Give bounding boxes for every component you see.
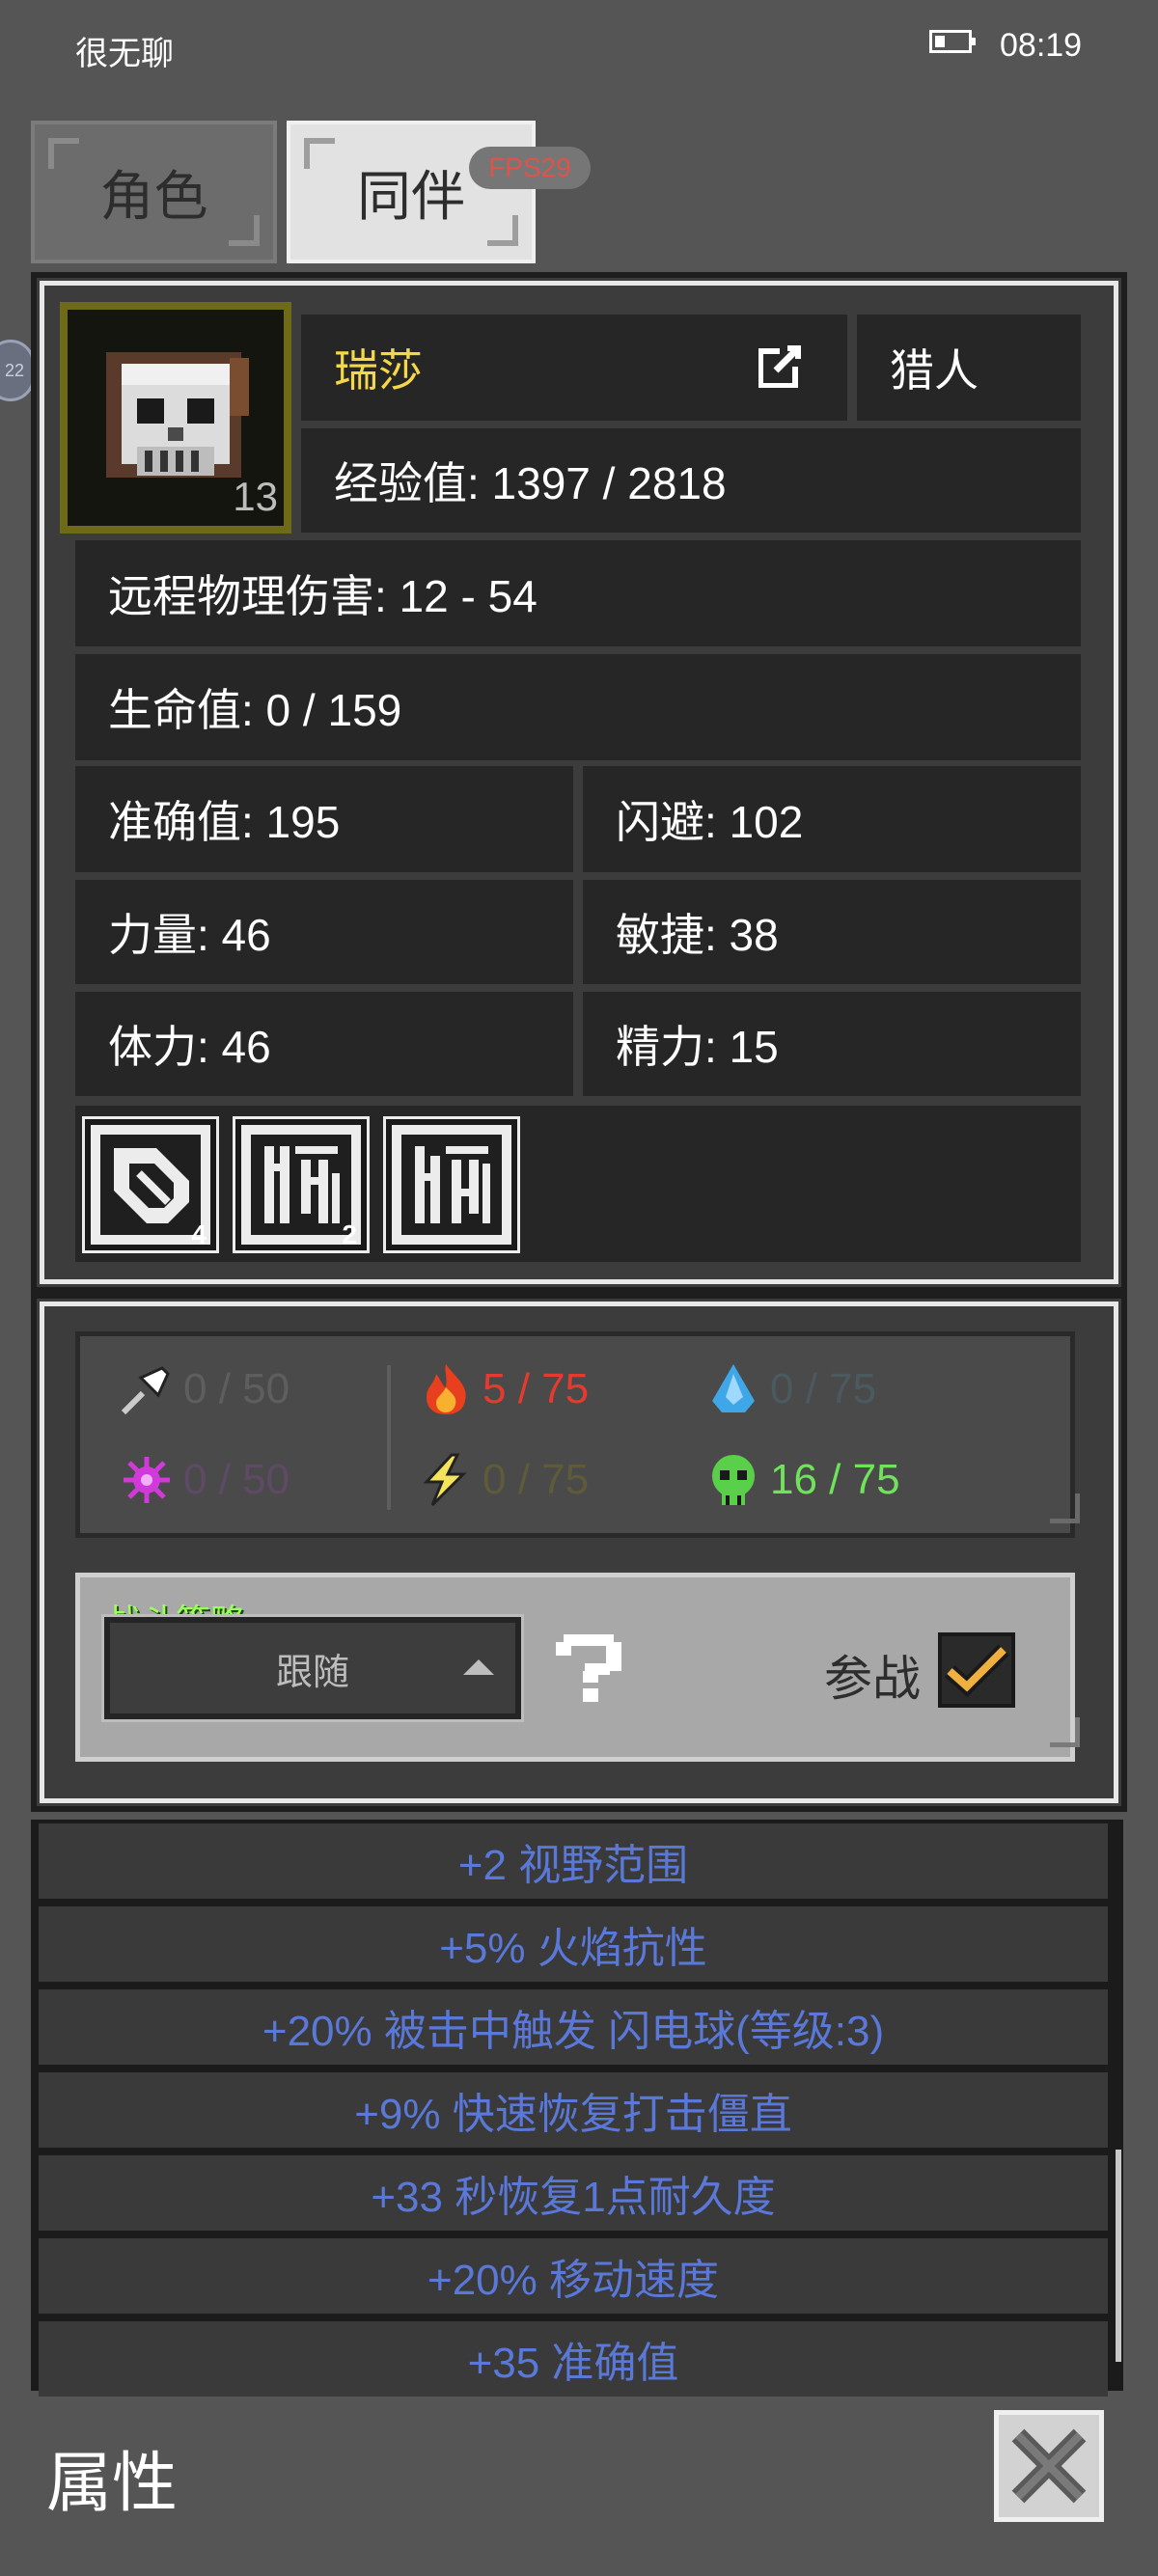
- list-item: +20% 被击中触发 闪电球(等级:3): [39, 1989, 1108, 2065]
- ice-resistance-value: 0 / 75: [770, 1365, 877, 1412]
- corner-decoration: [229, 215, 260, 246]
- ice-drop-icon: [706, 1362, 760, 1416]
- lightning-icon: [419, 1453, 473, 1507]
- close-button[interactable]: [994, 2410, 1104, 2522]
- effect-text: +20% 移动速度: [427, 2257, 719, 2304]
- join-battle-label: 参战: [824, 1652, 921, 1706]
- list-item: +9% 快速恢复打击僵直: [39, 2072, 1108, 2148]
- lightning-resistance: 0 / 75: [419, 1453, 589, 1507]
- skill-slot-3[interactable]: [383, 1116, 520, 1253]
- list-item: +20% 移动速度: [39, 2238, 1108, 2314]
- strength-stat: 力量: 46: [75, 880, 573, 984]
- damage-row: 远程物理伤害: 12 - 54: [75, 540, 1081, 646]
- physical-resistance-icon: [120, 1362, 174, 1416]
- list-item: +5% 火焰抗性: [39, 1906, 1108, 1982]
- lightning-resistance-value: 0 / 75: [482, 1456, 590, 1503]
- companion-name-text: 瑞莎: [334, 345, 423, 396]
- join-battle-checkbox[interactable]: [938, 1632, 1015, 1708]
- physical-resistance-value: 0 / 50: [183, 1365, 290, 1412]
- rename-edit-icon[interactable]: [758, 343, 803, 389]
- strength-text: 力量: 46: [108, 910, 271, 960]
- effect-text: +9% 快速恢复打击僵直: [354, 2091, 792, 2138]
- shadow-resistance-icon: [120, 1453, 174, 1507]
- effect-text: +2 视野范围: [457, 1842, 689, 1889]
- rune-skill-icon: [415, 1146, 490, 1223]
- poison-skull-icon: [706, 1453, 760, 1507]
- tab-companion-label: 同伴: [357, 165, 465, 227]
- hp-row: 生命值: 0 / 159: [75, 654, 1081, 760]
- experience-text: 经验值: 1397 / 2818: [334, 458, 727, 508]
- shield-skill-icon: [114, 1148, 189, 1223]
- effects-list[interactable]: +2 视野范围 +5% 火焰抗性 +20% 被击中触发 闪电球(等级:3) +9…: [31, 1820, 1123, 2397]
- companion-class-text: 猎人: [890, 345, 979, 396]
- experience-row: 经验值: 1397 / 2818: [301, 428, 1081, 533]
- page-title: 属性: [46, 2447, 179, 2520]
- skill-2-count: 2: [342, 1219, 357, 1249]
- corner-decoration: [1050, 1494, 1080, 1523]
- energy-text: 精力: 15: [616, 1022, 779, 1072]
- corner-decoration: [487, 215, 518, 246]
- list-item: +2 视野范围: [39, 1823, 1108, 1899]
- fire-icon: [419, 1362, 473, 1416]
- stamina-stat: 体力: 46: [75, 992, 573, 1096]
- app-name: 很无聊: [75, 36, 174, 72]
- corner-decoration: [48, 138, 79, 169]
- energy-stat: 精力: 15: [583, 992, 1081, 1096]
- companion-portrait[interactable]: 13: [60, 302, 291, 534]
- evasion-stat: 闪避: 102: [583, 766, 1081, 872]
- divider: [387, 1365, 391, 1510]
- effect-text: +5% 火焰抗性: [439, 1925, 707, 1972]
- fps-badge: FPS29: [469, 147, 591, 189]
- corner-decoration: [1050, 1717, 1080, 1747]
- tab-character[interactable]: 角色: [31, 121, 277, 263]
- accuracy-text: 准确值: 195: [108, 797, 341, 847]
- agility-stat: 敏捷: 38: [583, 880, 1081, 984]
- accuracy-stat: 准确值: 195: [75, 766, 573, 872]
- damage-text: 远程物理伤害: 12 - 54: [108, 571, 538, 621]
- skill-slot-1[interactable]: 4: [82, 1116, 219, 1253]
- dropdown-arrow-icon: [463, 1659, 494, 1675]
- tab-character-label: 角色: [99, 165, 208, 227]
- effect-text: +35 准确值: [467, 2340, 679, 2387]
- strategy-mode: 跟随: [275, 1652, 349, 1693]
- clock: 08:19: [1000, 27, 1083, 64]
- agility-text: 敏捷: 38: [616, 910, 779, 960]
- corner-decoration: [304, 138, 335, 169]
- effect-text: +20% 被击中触发 闪电球(等级:3): [262, 2008, 885, 2055]
- hp-text: 生命值: 0 / 159: [108, 685, 402, 735]
- skill-bar: [75, 1106, 1081, 1262]
- rune-skill-icon: [264, 1146, 340, 1223]
- evasion-text: 闪避: 102: [616, 797, 804, 847]
- ice-resistance: 0 / 75: [706, 1362, 876, 1416]
- tab-companion[interactable]: 同伴: [287, 121, 536, 263]
- list-item: +33 秒恢复1点耐久度: [39, 2155, 1108, 2231]
- companion-class: 猎人: [857, 315, 1081, 421]
- skill-slot-2[interactable]: 2: [233, 1116, 370, 1253]
- floating-assist-badge[interactable]: 22: [0, 340, 35, 401]
- stamina-text: 体力: 46: [108, 1022, 271, 1072]
- strategy-dropdown[interactable]: 跟随: [101, 1614, 524, 1722]
- physical-resistance: 0 / 50: [120, 1362, 290, 1416]
- fire-resistance: 5 / 75: [419, 1362, 589, 1416]
- effect-text: +33 秒恢复1点耐久度: [371, 2174, 776, 2221]
- close-icon: [1011, 2428, 1087, 2504]
- skill-1-count: 4: [191, 1219, 207, 1249]
- fire-resistance-value: 5 / 75: [482, 1365, 590, 1412]
- shadow-resistance-value: 0 / 50: [183, 1456, 290, 1503]
- poison-resistance: 16 / 75: [706, 1453, 900, 1507]
- effects-scrollbar[interactable]: [1116, 2150, 1121, 2362]
- companion-level: 13: [233, 474, 278, 519]
- checkmark-icon: [944, 1644, 1009, 1697]
- help-question-icon[interactable]: [556, 1631, 625, 1704]
- poison-resistance-value: 16 / 75: [770, 1456, 900, 1503]
- battery-icon: [929, 30, 976, 53]
- shadow-resistance: 0 / 50: [120, 1453, 290, 1507]
- list-item: +35 准确值: [39, 2321, 1108, 2397]
